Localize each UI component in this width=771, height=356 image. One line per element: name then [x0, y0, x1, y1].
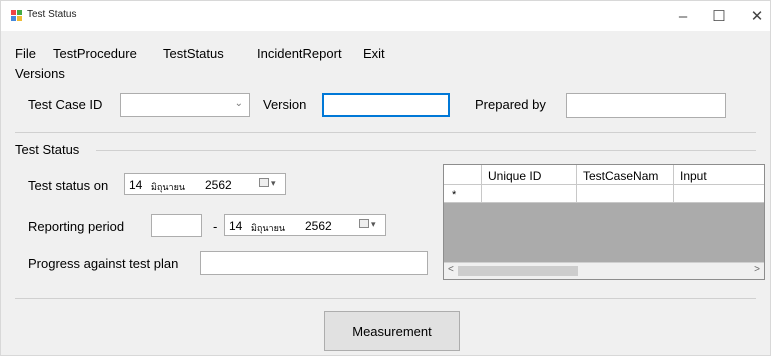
- prepared-by-label: Prepared by: [475, 97, 546, 112]
- version-label: Version: [263, 97, 307, 112]
- scroll-left-icon[interactable]: <: [448, 264, 454, 275]
- calendar-dropdown-icon[interactable]: ▾: [271, 178, 276, 189]
- test-case-id-combo[interactable]: ⌄: [120, 93, 250, 117]
- test-status-window: Test Status – ☐ ✕ File TestProcedure Tes…: [0, 0, 771, 356]
- test-status-on-month: มิถุนายน: [151, 182, 186, 192]
- grid-column-unique-id[interactable]: Unique ID: [482, 165, 577, 185]
- test-status-group-line: [96, 150, 756, 151]
- measurement-button[interactable]: Measurement: [324, 311, 460, 351]
- grid-column-testcasename[interactable]: TestCaseNam: [577, 165, 674, 185]
- test-status-group-label: Test Status: [15, 142, 80, 157]
- app-icon: [11, 10, 22, 21]
- grid-horizontal-scrollbar[interactable]: < >: [444, 262, 764, 279]
- minimize-button[interactable]: –: [665, 1, 701, 31]
- maximize-button[interactable]: ☐: [701, 1, 737, 31]
- menu-test-status[interactable]: TestStatus: [163, 46, 224, 61]
- grid-cell[interactable]: [577, 185, 674, 203]
- reporting-period-dash: -: [213, 219, 218, 234]
- progress-against-test-plan-label: Progress against test plan: [28, 256, 179, 271]
- grid-column-input[interactable]: Input: [674, 165, 764, 185]
- group-divider: [15, 132, 756, 133]
- menu-test-procedure[interactable]: TestProcedure: [53, 46, 137, 61]
- version-input[interactable]: [322, 93, 450, 117]
- grid-cell[interactable]: [482, 185, 577, 203]
- bottom-divider: [15, 298, 756, 299]
- reporting-to-day: 14: [229, 219, 243, 233]
- close-button[interactable]: ✕: [739, 1, 771, 31]
- calendar-icon[interactable]: [359, 219, 369, 228]
- test-case-id-label: Test Case ID: [28, 97, 103, 112]
- grid-row-header-corner: [444, 165, 482, 185]
- test-status-on-datepicker[interactable]: 14 มิถุนายน 2562 ▾: [124, 173, 286, 195]
- reporting-to-datepicker[interactable]: 14 มิถุนายน 2562 ▾: [224, 214, 386, 236]
- grid-cell[interactable]: [674, 185, 764, 203]
- test-case-grid[interactable]: Unique ID TestCaseNam Input * < >: [443, 164, 765, 280]
- test-status-on-day: 14: [129, 178, 143, 192]
- scroll-right-icon[interactable]: >: [754, 264, 760, 275]
- window-title: Test Status: [27, 9, 77, 20]
- title-bar: Test Status – ☐ ✕: [1, 1, 770, 31]
- reporting-from-input[interactable]: [151, 214, 202, 237]
- menu-file[interactable]: File: [15, 46, 36, 61]
- reporting-period-label: Reporting period: [28, 219, 125, 234]
- calendar-dropdown-icon[interactable]: ▾: [371, 219, 376, 230]
- prepared-by-input[interactable]: [566, 93, 726, 118]
- menu-exit[interactable]: Exit: [363, 46, 385, 61]
- chevron-down-icon: ⌄: [234, 98, 243, 109]
- menu-incident-report[interactable]: IncidentReport: [257, 46, 342, 61]
- progress-input[interactable]: [200, 251, 428, 275]
- scroll-thumb[interactable]: [458, 266, 578, 276]
- versions-group-label: Versions: [15, 66, 65, 81]
- calendar-icon[interactable]: [259, 178, 269, 187]
- grid-new-row-marker: *: [444, 185, 482, 203]
- reporting-to-year: 2562: [305, 219, 332, 233]
- reporting-to-month: มิถุนายน: [251, 223, 286, 233]
- test-status-on-year: 2562: [205, 178, 232, 192]
- test-status-on-label: Test status on: [28, 178, 109, 193]
